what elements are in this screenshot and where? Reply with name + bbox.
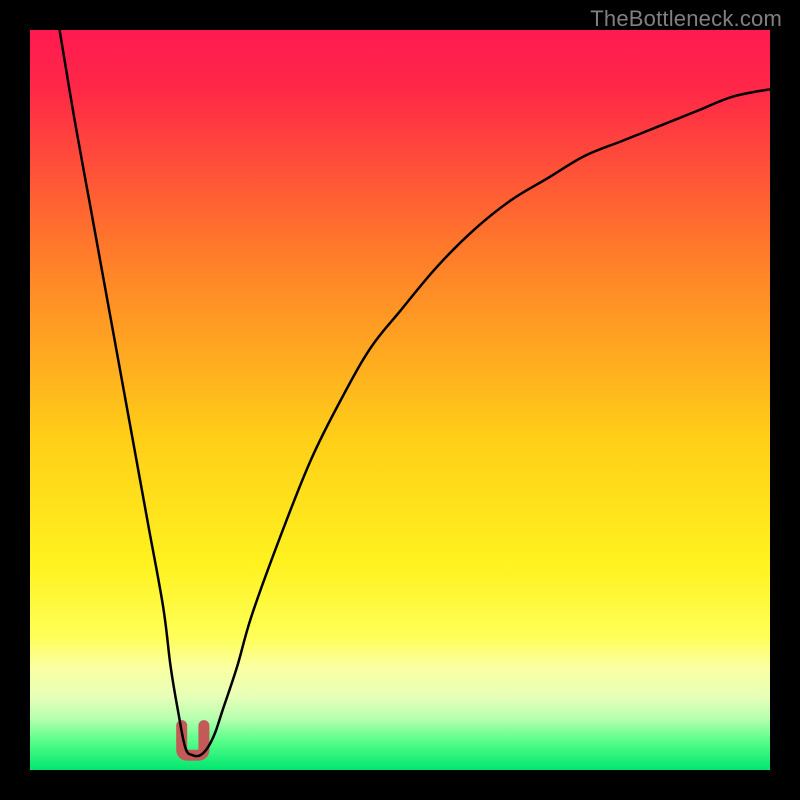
- plot-svg: [30, 30, 770, 770]
- gradient-background: [30, 30, 770, 770]
- watermark-text: TheBottleneck.com: [590, 6, 782, 32]
- chart-frame: TheBottleneck.com: [0, 0, 800, 800]
- plot-area: [30, 30, 770, 770]
